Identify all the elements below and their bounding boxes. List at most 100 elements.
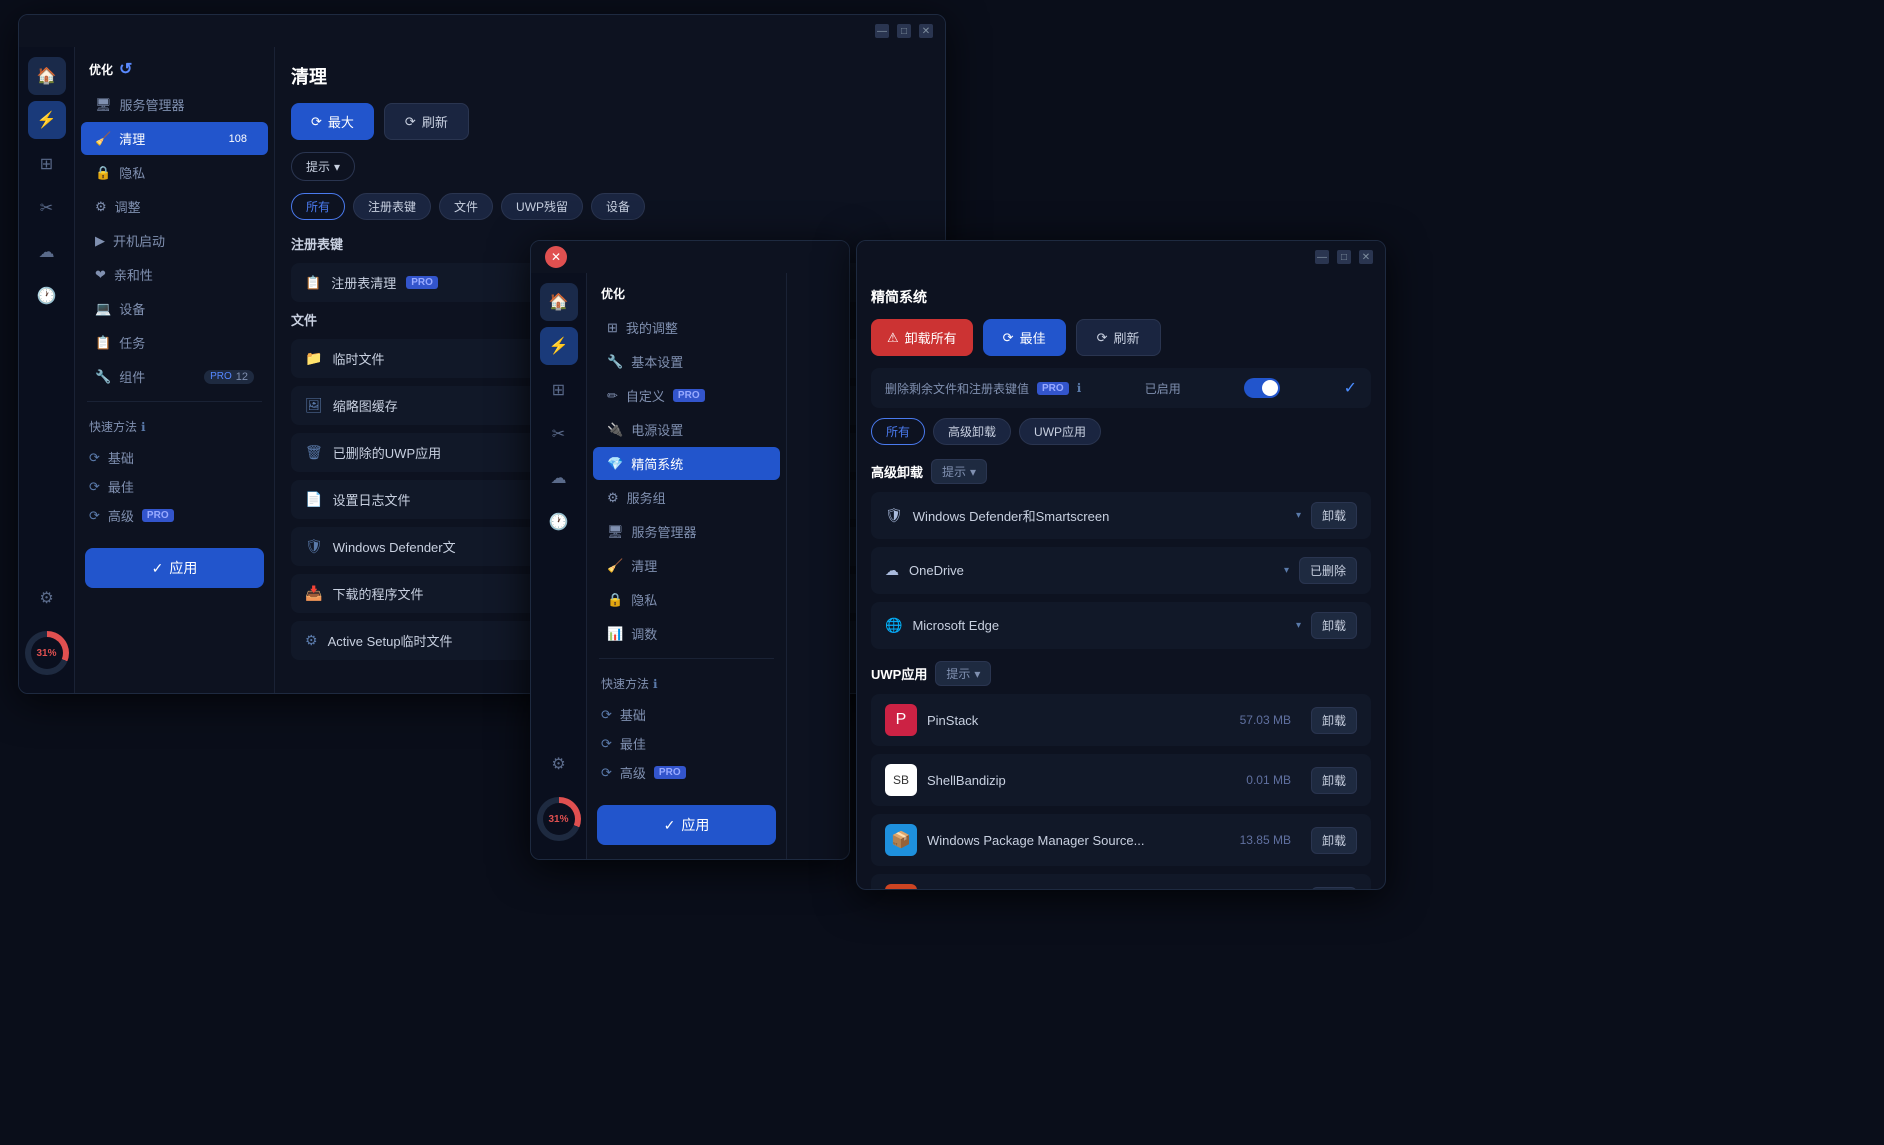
refresh-button-right[interactable]: ⟳ 刷新 bbox=[1076, 319, 1161, 356]
nav-item-startup[interactable]: ▶ 开机启动 bbox=[81, 224, 268, 257]
info-help-icon: ℹ bbox=[1077, 381, 1082, 395]
toggle-check-icon: ✓ bbox=[1344, 378, 1357, 398]
icon-tools-middle[interactable]: ✂ bbox=[540, 415, 578, 453]
close-right[interactable]: ✕ bbox=[1359, 250, 1373, 264]
edge-chevron: ▾ bbox=[1296, 620, 1301, 631]
icon-history-middle[interactable]: 🕐 bbox=[540, 503, 578, 541]
chevron-down-icon: ▾ bbox=[334, 160, 340, 174]
onedrive-chevron: ▾ bbox=[1284, 565, 1289, 576]
component-icon: 🔧 bbox=[95, 369, 111, 385]
quick-method-advanced[interactable]: ⟳ 高级 PRO bbox=[89, 501, 260, 530]
max-button[interactable]: ⟳ 最大 bbox=[291, 103, 374, 140]
advanced-m-pro-badge: PRO bbox=[654, 766, 686, 779]
nav-custom[interactable]: ✏ 自定义 PRO bbox=[593, 379, 780, 412]
maximize-right[interactable]: □ bbox=[1337, 250, 1351, 264]
download-icon: 📥 bbox=[305, 585, 322, 602]
slim-icon: 💎 bbox=[607, 456, 623, 472]
registry-icon: 📋 bbox=[305, 275, 321, 291]
right-filter-all[interactable]: 所有 bbox=[871, 418, 925, 445]
defender-item[interactable]: 🛡 Windows Defender和Smartscreen ▾ 卸载 bbox=[871, 492, 1371, 539]
icon-settings-middle[interactable]: ⚙ bbox=[540, 745, 578, 783]
shellbandizip-uninstall-btn[interactable]: 卸载 bbox=[1311, 767, 1357, 794]
nav-slim-system[interactable]: 💎 精简系统 bbox=[593, 447, 780, 480]
nav-item-clean[interactable]: 🧹 清理 108 bbox=[81, 122, 268, 155]
nav-item-device[interactable]: 💻 设备 bbox=[81, 292, 268, 325]
uninstall-all-button[interactable]: ⚠ 卸载所有 bbox=[871, 319, 973, 356]
nav-item-adjust[interactable]: ⚙ 调整 bbox=[81, 190, 268, 223]
uwp-hint-button[interactable]: 提示 ▾ bbox=[935, 661, 991, 686]
nav-item-task[interactable]: 📋 任务 bbox=[81, 326, 268, 359]
uwp-section-header: UWP应用 提示 ▾ bbox=[871, 661, 1371, 686]
onedrive-deleted-btn[interactable]: 已删除 bbox=[1299, 557, 1357, 584]
nav-item-service-manager[interactable]: 🖥 服务管理器 bbox=[81, 88, 268, 121]
sidebar-icon-tools[interactable]: ✂ bbox=[28, 189, 66, 227]
privacy-m-icon: 🔒 bbox=[607, 592, 623, 608]
nav-clean-m[interactable]: 🧹 清理 bbox=[593, 549, 780, 582]
apply-button-middle[interactable]: ✓ 应用 bbox=[597, 805, 776, 845]
icon-speed-middle[interactable]: ⚡ bbox=[540, 327, 578, 365]
progress-indicator: 31% bbox=[25, 631, 69, 675]
filter-all[interactable]: 所有 bbox=[291, 193, 345, 220]
shellbandizip-icon: SB bbox=[885, 764, 917, 796]
info-row: 删除剩余文件和注册表键值 PRO ℹ 已启用 ✓ bbox=[871, 368, 1371, 408]
progress-text: 31% bbox=[36, 648, 56, 659]
powertoys-uninstall-btn[interactable]: 卸载 bbox=[1311, 887, 1357, 890]
sidebar-icon-grid[interactable]: ⊞ bbox=[28, 145, 66, 183]
minimize-right[interactable]: — bbox=[1315, 250, 1329, 264]
close-button-middle[interactable]: ✕ bbox=[545, 246, 567, 268]
nav-item-privacy[interactable]: 🔒 隐私 bbox=[81, 156, 268, 189]
best-button-right[interactable]: ⟳ 最佳 bbox=[983, 319, 1066, 356]
defender-uninstall-btn[interactable]: 卸载 bbox=[1311, 502, 1357, 529]
nav-basic-settings[interactable]: 🔧 基本设置 bbox=[593, 345, 780, 378]
icon-home-middle[interactable]: 🏠 bbox=[540, 283, 578, 321]
winpackage-uninstall-btn[interactable]: 卸载 bbox=[1311, 827, 1357, 854]
custom-pro-badge: PRO bbox=[673, 389, 705, 402]
filter-file[interactable]: 文件 bbox=[439, 193, 493, 220]
advanced-hint-button[interactable]: 提示 ▾ bbox=[931, 459, 987, 484]
apply-button-main[interactable]: ✓ 最大 应用 bbox=[85, 548, 264, 588]
warning-icon: ⚠ bbox=[887, 330, 899, 346]
refresh-button[interactable]: ⟳ 刷新 bbox=[384, 103, 469, 140]
qm-best-middle[interactable]: ⟳ 最佳 bbox=[601, 729, 772, 758]
nav-service-group[interactable]: ⚙ 服务组 bbox=[593, 481, 780, 514]
sidebar-icon-settings[interactable]: ⚙ bbox=[28, 579, 66, 617]
qm-basic-middle[interactable]: ⟳ 基础 bbox=[601, 700, 772, 729]
edge-uninstall-btn[interactable]: 卸载 bbox=[1311, 612, 1357, 639]
powertoys-icon: ✂ bbox=[885, 884, 917, 889]
toggle-switch[interactable] bbox=[1244, 378, 1280, 398]
icon-cloud-middle[interactable]: ☁ bbox=[540, 459, 578, 497]
maximize-button[interactable]: □ bbox=[897, 24, 911, 38]
quick-method-basic[interactable]: ⟳ 基础 bbox=[89, 443, 260, 472]
right-toolbar: ⚠ 卸载所有 ⟳ 最佳 ⟳ 刷新 bbox=[871, 319, 1371, 356]
sidebar-icon-history[interactable]: 🕐 bbox=[28, 277, 66, 315]
filter-uwp[interactable]: UWP残留 bbox=[501, 193, 583, 220]
nav-privacy-m[interactable]: 🔒 隐私 bbox=[593, 583, 780, 616]
pinstack-uninstall-btn[interactable]: 卸载 bbox=[1311, 707, 1357, 734]
nav-power[interactable]: 🔌 电源设置 bbox=[593, 413, 780, 446]
close-button[interactable]: ✕ bbox=[919, 24, 933, 38]
edge-item[interactable]: 🌐 Microsoft Edge ▾ 卸载 bbox=[871, 602, 1371, 649]
quick-method-best[interactable]: ⟳ 最佳 bbox=[89, 472, 260, 501]
right-filter-uwp[interactable]: UWP应用 bbox=[1019, 418, 1101, 445]
sidebar-icon-cloud[interactable]: ☁ bbox=[28, 233, 66, 271]
qm-advanced-middle[interactable]: ⟳ 高级 PRO bbox=[601, 758, 772, 787]
minimize-button[interactable]: — bbox=[875, 24, 889, 38]
sidebar-icon-speed[interactable]: ⚡ bbox=[28, 101, 66, 139]
sidebar-icon-home[interactable]: 🏠 bbox=[28, 57, 66, 95]
filter-device[interactable]: 设备 bbox=[591, 193, 645, 220]
filter-registry[interactable]: 注册表键 bbox=[353, 193, 431, 220]
nav-my-adjust[interactable]: ⊞ 我的调整 bbox=[593, 311, 780, 344]
onedrive-item[interactable]: ☁ OneDrive ▾ 已删除 bbox=[871, 547, 1371, 594]
nav-item-component[interactable]: 🔧 组件 PRO 12 bbox=[81, 360, 268, 393]
device-icon: 💻 bbox=[95, 301, 111, 317]
hint-button[interactable]: 提示 ▾ bbox=[291, 152, 355, 181]
nav-service-manager-m[interactable]: 🖥 服务管理器 bbox=[593, 515, 780, 548]
icon-grid-middle[interactable]: ⊞ bbox=[540, 371, 578, 409]
right-filter-advanced[interactable]: 高级卸载 bbox=[933, 418, 1011, 445]
nav-item-affinity[interactable]: ❤ 亲和性 bbox=[81, 258, 268, 291]
uwp-hint-label: 提示 bbox=[946, 665, 970, 682]
defender-chevron: ▾ bbox=[1296, 510, 1301, 521]
info-status: 已启用 bbox=[1145, 380, 1181, 397]
winpackage-size: 13.85 MB bbox=[1240, 833, 1291, 847]
nav-adjust-m[interactable]: 📊 调数 bbox=[593, 617, 780, 650]
